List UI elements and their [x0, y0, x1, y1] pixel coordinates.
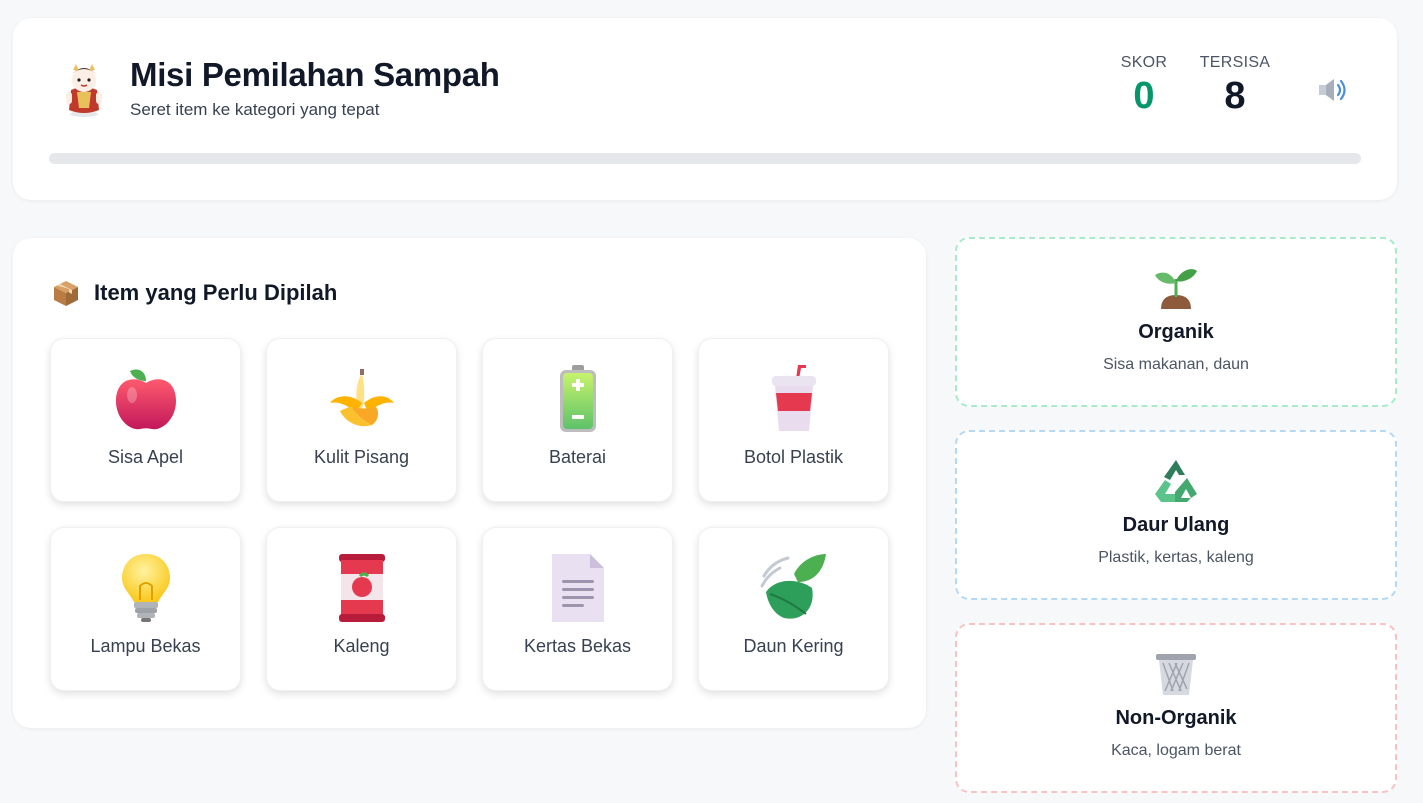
game-header: Misi Pemilahan Sampah Seret item ke kate…: [13, 18, 1397, 200]
category-description: Plastik, kertas, kaleng: [1098, 549, 1254, 566]
document-icon: [551, 554, 604, 622]
item-label: Kertas Bekas: [523, 636, 632, 656]
category-title: Daur Ulang: [1122, 514, 1230, 536]
category-title: Organik: [1138, 321, 1214, 343]
score-value: 0: [1133, 75, 1155, 117]
item-card-botol-plastik[interactable]: Botol Plastik: [698, 338, 889, 502]
seedling-icon: [1155, 269, 1197, 309]
category-description: Kaca, logam berat: [1111, 742, 1241, 759]
item-card-daun-kering[interactable]: Daun Kering: [698, 527, 889, 691]
page-subtitle: Seret item ke kategori yang tepat: [130, 100, 380, 119]
item-label: Botol Plastik: [743, 447, 844, 467]
remaining-value: 8: [1224, 75, 1246, 117]
leaf-icon: [760, 554, 826, 619]
item-label: Kulit Pisang: [313, 447, 410, 467]
item-card-kaleng[interactable]: Kaleng: [266, 527, 457, 691]
item-label: Lampu Bekas: [90, 636, 201, 656]
dropzone-organik[interactable]: Organik Sisa makanan, daun: [955, 237, 1397, 407]
apple-icon: [115, 369, 176, 430]
progress-bar: [49, 153, 1361, 164]
item-label: Daun Kering: [743, 636, 844, 656]
item-label: Sisa Apel: [107, 447, 184, 467]
item-card-sisa-apel[interactable]: Sisa Apel: [50, 338, 241, 502]
item-label: Kaleng: [333, 636, 390, 656]
items-grid: Sisa Apel Kulit Pisang Baterai Botol Pla…: [50, 338, 889, 691]
remaining-label: TERSISA: [1199, 54, 1271, 71]
category-description: Sisa makanan, daun: [1103, 356, 1249, 373]
speaker-icon[interactable]: [1316, 76, 1350, 104]
wastebasket-icon: [1156, 654, 1196, 695]
dropzone-daur-ulang[interactable]: Daur Ulang Plastik, kertas, kaleng: [955, 430, 1397, 600]
dropzone-non-organik[interactable]: Non-Organik Kaca, logam berat: [955, 623, 1397, 793]
page-title: Misi Pemilahan Sampah: [130, 56, 500, 93]
item-card-kertas-bekas[interactable]: Kertas Bekas: [482, 527, 673, 691]
recycle-icon: [1155, 460, 1197, 502]
score-label: SKOR: [1120, 54, 1168, 71]
item-card-baterai[interactable]: Baterai: [482, 338, 673, 502]
mascot-character-icon: [66, 64, 102, 117]
item-label: Baterai: [548, 447, 607, 467]
items-panel: Item yang Perlu Dipilah Sisa Apel Kulit …: [13, 238, 926, 728]
item-card-lampu-bekas[interactable]: Lampu Bekas: [50, 527, 241, 691]
item-card-kulit-pisang[interactable]: Kulit Pisang: [266, 338, 457, 502]
light-bulb-icon: [121, 554, 170, 622]
package-box-icon: [54, 281, 78, 306]
items-panel-title: Item yang Perlu Dipilah: [94, 280, 338, 305]
score-stat: SKOR 0: [1109, 54, 1179, 118]
cup-with-straw-icon: [771, 365, 816, 431]
can-icon: [338, 554, 385, 622]
remaining-stat: TERSISA 8: [1197, 54, 1273, 118]
category-title: Non-Organik: [1115, 707, 1237, 729]
battery-icon: [559, 365, 596, 432]
items-panel-header: Item yang Perlu Dipilah: [52, 278, 337, 308]
banana-icon: [329, 369, 394, 427]
